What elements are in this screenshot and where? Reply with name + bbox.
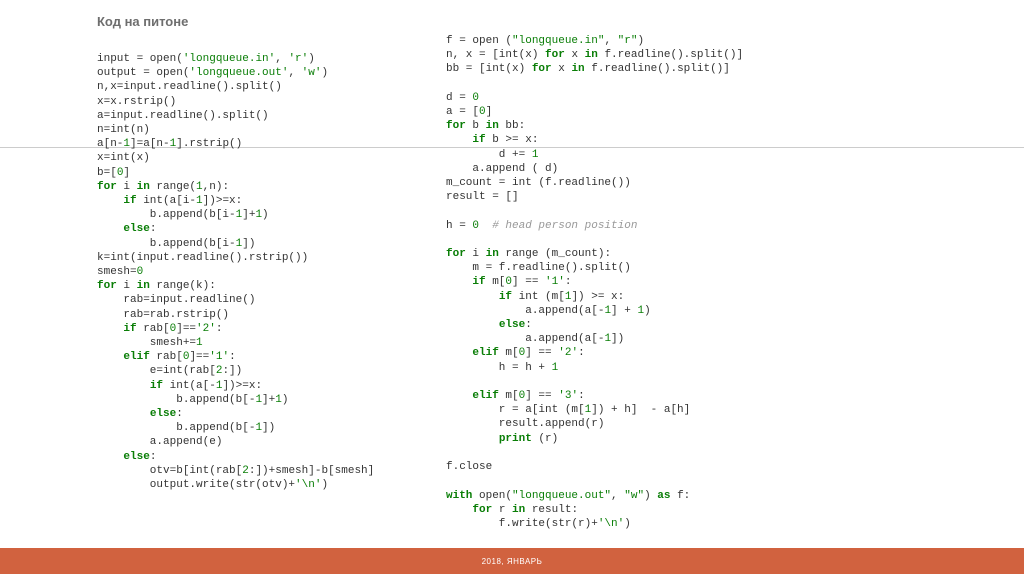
code-block-left: input = open('longqueue.in', 'r') output… <box>97 52 374 492</box>
footer-text: 2018, ЯНВАРЬ <box>482 557 543 566</box>
slide-title: Код на питоне <box>97 14 188 29</box>
code-block-right: f = open ("longqueue.in", "r") n, x = [i… <box>446 34 743 531</box>
footer-bar: 2018, ЯНВАРЬ <box>0 548 1024 574</box>
